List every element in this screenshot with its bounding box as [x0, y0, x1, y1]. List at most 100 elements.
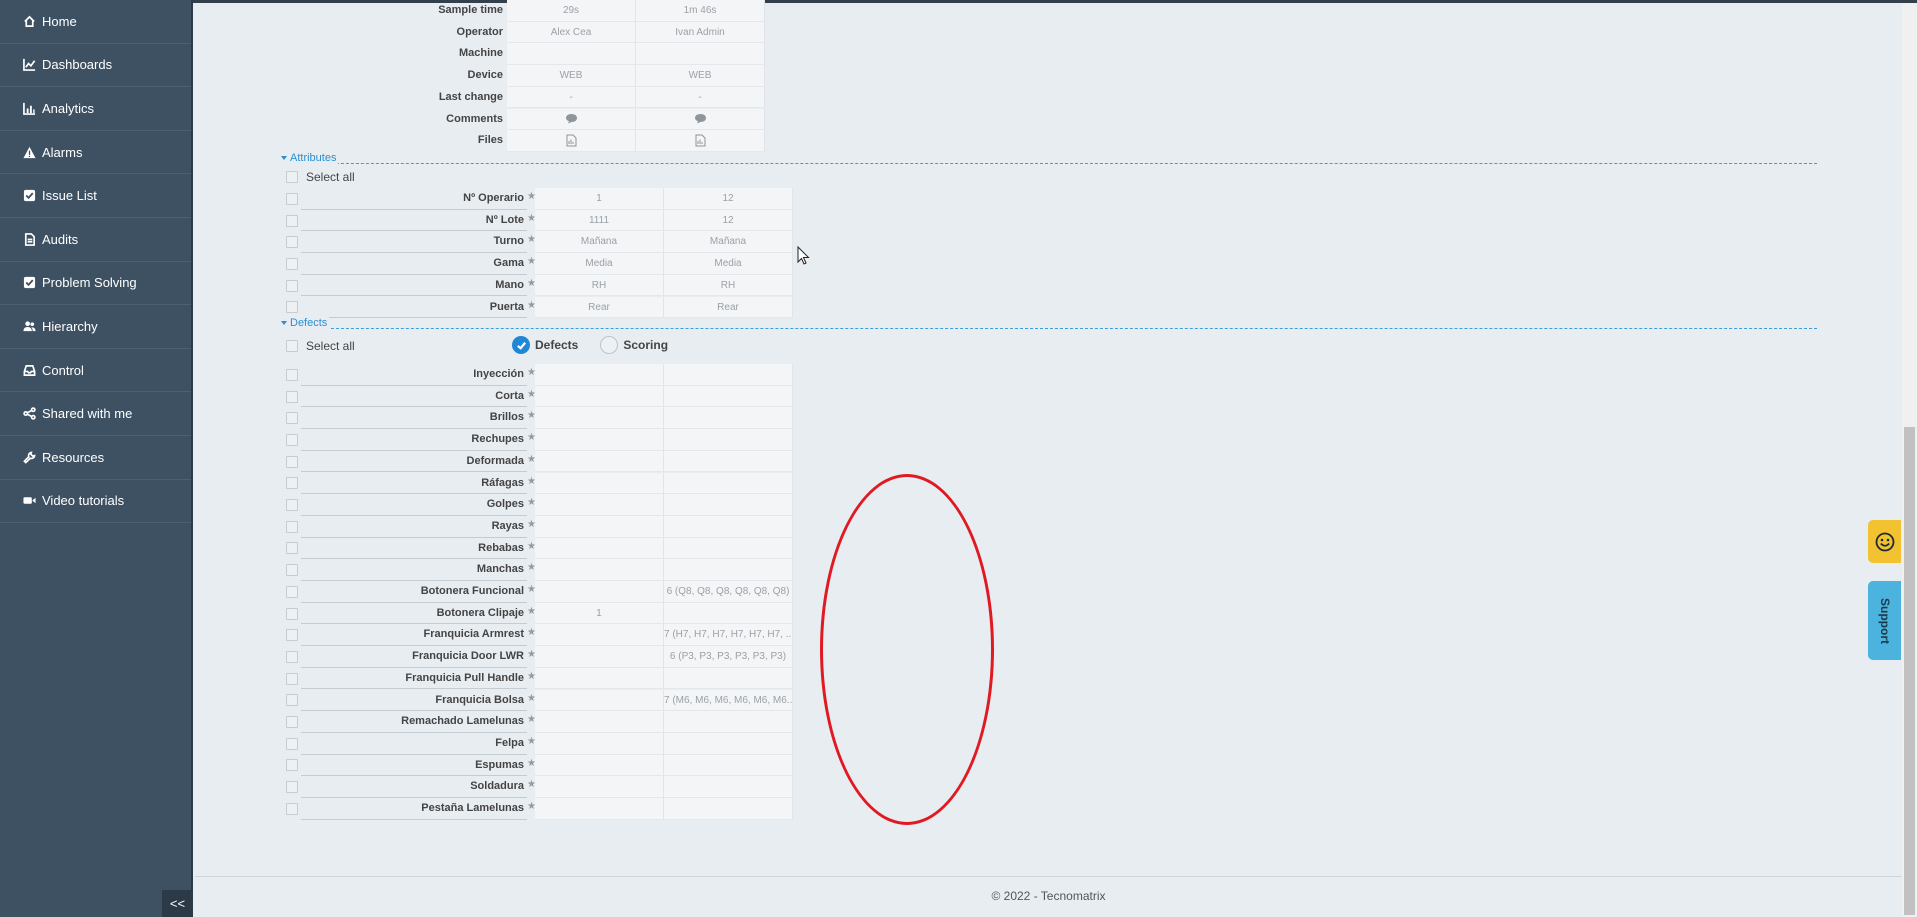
value-cell[interactable]	[664, 450, 793, 473]
value-cell[interactable]	[664, 798, 793, 820]
support-button[interactable]: Support	[1868, 581, 1901, 660]
value-cell[interactable]	[535, 689, 664, 712]
value-cell[interactable]: Rear	[535, 296, 664, 319]
star-icon[interactable]: ★	[527, 624, 536, 646]
row-checkbox[interactable]	[286, 301, 298, 314]
star-icon[interactable]: ★	[527, 231, 536, 253]
star-icon[interactable]: ★	[527, 581, 536, 603]
row-checkbox[interactable]	[286, 694, 298, 707]
star-icon[interactable]: ★	[527, 668, 536, 690]
row-checkbox[interactable]	[286, 737, 298, 750]
value-cell[interactable]	[535, 537, 664, 560]
value-cell[interactable]: 12	[664, 209, 793, 232]
row-checkbox[interactable]	[286, 412, 298, 425]
star-icon[interactable]: ★	[527, 275, 536, 297]
value-cell[interactable]	[664, 494, 793, 516]
star-icon[interactable]: ★	[527, 451, 536, 473]
value-cell[interactable]	[535, 776, 664, 798]
sidebar-item-resources[interactable]: Resources	[0, 436, 191, 480]
row-checkbox[interactable]	[286, 802, 298, 815]
row-checkbox[interactable]	[286, 192, 298, 205]
value-cell[interactable]: Mañana	[664, 231, 793, 254]
star-icon[interactable]: ★	[527, 386, 536, 408]
star-icon[interactable]: ★	[527, 711, 536, 733]
value-cell[interactable]	[535, 646, 664, 668]
sidebar-item-video-tutorials[interactable]: Video tutorials	[0, 480, 191, 524]
defects-section-header[interactable]: Defects	[281, 317, 1817, 329]
attributes-select-all[interactable]: Select all	[286, 170, 355, 184]
value-cell[interactable]: Media	[664, 253, 793, 275]
file-icon[interactable]	[695, 134, 706, 147]
value-cell[interactable]	[664, 602, 793, 625]
row-checkbox[interactable]	[286, 759, 298, 772]
value-cell[interactable]	[664, 472, 793, 495]
file-icon[interactable]	[566, 134, 577, 147]
select-all-checkbox[interactable]	[286, 171, 298, 183]
value-cell[interactable]	[535, 515, 664, 538]
star-icon[interactable]: ★	[527, 603, 536, 625]
value-cell[interactable]: 7 (H7, H7, H7, H7, H7, H7, ...	[664, 624, 793, 647]
attributes-section-header[interactable]: Attributes	[281, 152, 1817, 164]
comment-icon[interactable]	[694, 113, 707, 124]
select-all-checkbox[interactable]	[286, 340, 298, 352]
row-checkbox[interactable]	[286, 564, 298, 577]
value-cell[interactable]	[664, 429, 793, 451]
value-cell[interactable]	[535, 559, 664, 581]
value-cell[interactable]	[535, 450, 664, 473]
row-checkbox[interactable]	[286, 542, 298, 555]
sidebar-item-analytics[interactable]: Analytics	[0, 87, 191, 131]
value-cell[interactable]: 6 (P3, P3, P3, P3, P3, P3)	[664, 646, 793, 668]
value-cell[interactable]: RH	[664, 274, 793, 297]
value-cell[interactable]	[535, 429, 664, 451]
row-checkbox[interactable]	[286, 390, 298, 403]
value-cell[interactable]	[535, 624, 664, 647]
defects-select-all[interactable]: Select all	[286, 339, 355, 353]
value-cell[interactable]: 1	[535, 188, 664, 210]
sidebar-item-hierarchy[interactable]: Hierarchy	[0, 305, 191, 349]
star-icon[interactable]: ★	[527, 755, 536, 777]
value-cell[interactable]: Rear	[664, 296, 793, 319]
sidebar-item-issue-list[interactable]: Issue List	[0, 174, 191, 218]
star-icon[interactable]: ★	[527, 516, 536, 538]
value-cell[interactable]: 6 (Q8, Q8, Q8, Q8, Q8, Q8)	[664, 581, 793, 603]
value-cell[interactable]	[664, 407, 793, 430]
scrollbar-thumb[interactable]	[1904, 427, 1915, 915]
value-cell[interactable]: 1111	[535, 209, 664, 232]
sidebar-item-shared-with-me[interactable]: Shared with me	[0, 392, 191, 436]
star-icon[interactable]: ★	[527, 733, 536, 755]
row-checkbox[interactable]	[286, 629, 298, 642]
star-icon[interactable]: ★	[527, 798, 536, 820]
value-cell[interactable]	[664, 559, 793, 581]
value-cell[interactable]: 12	[664, 188, 793, 210]
row-checkbox[interactable]	[286, 455, 298, 468]
sidebar-item-problem-solving[interactable]: Problem Solving	[0, 262, 191, 306]
value-cell[interactable]	[535, 407, 664, 430]
row-checkbox[interactable]	[286, 607, 298, 620]
star-icon[interactable]: ★	[527, 646, 536, 668]
row-checkbox[interactable]	[286, 585, 298, 598]
row-checkbox[interactable]	[286, 499, 298, 512]
star-icon[interactable]: ★	[527, 690, 536, 712]
comment-icon[interactable]	[565, 113, 578, 124]
value-cell[interactable]	[535, 581, 664, 603]
value-cell[interactable]	[535, 711, 664, 733]
row-checkbox[interactable]	[286, 236, 298, 249]
star-icon[interactable]: ★	[527, 253, 536, 275]
value-cell[interactable]	[664, 515, 793, 538]
value-cell[interactable]	[535, 494, 664, 516]
row-checkbox[interactable]	[286, 214, 298, 227]
value-cell[interactable]	[664, 667, 793, 690]
row-checkbox[interactable]	[286, 257, 298, 270]
value-cell[interactable]	[535, 667, 664, 690]
value-cell[interactable]	[664, 364, 793, 386]
value-cell[interactable]	[664, 776, 793, 798]
row-checkbox[interactable]	[286, 716, 298, 729]
star-icon[interactable]: ★	[527, 297, 536, 319]
value-cell[interactable]	[664, 711, 793, 733]
value-cell[interactable]: RH	[535, 274, 664, 297]
star-icon[interactable]: ★	[527, 494, 536, 516]
star-icon[interactable]: ★	[527, 559, 536, 581]
value-cell[interactable]	[664, 537, 793, 560]
row-checkbox[interactable]	[286, 433, 298, 446]
star-icon[interactable]: ★	[527, 776, 536, 798]
